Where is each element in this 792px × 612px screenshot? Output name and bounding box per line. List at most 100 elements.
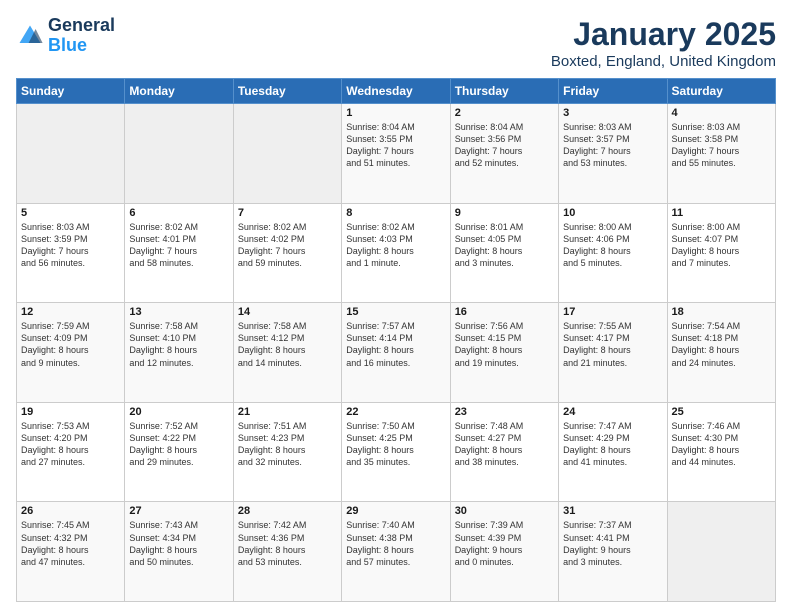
day-number: 30 (455, 505, 554, 517)
calendar-cell (233, 104, 341, 204)
day-number: 14 (238, 306, 337, 318)
title-block: January 2025 Boxted, England, United Kin… (551, 16, 776, 70)
logo-text-general: General (48, 16, 115, 36)
calendar-cell (125, 104, 233, 204)
calendar-cell: 2Sunrise: 8:04 AMSunset: 3:56 PMDaylight… (450, 104, 558, 204)
week-row-2: 5Sunrise: 8:03 AMSunset: 3:59 PMDaylight… (17, 203, 776, 303)
calendar-cell: 27 Sunrise: 7:43 AMSunset: 4:34 PMDayligh… (125, 502, 233, 602)
calendar-cell: 7 Sunrise: 8:02 AMSunset: 4:02 PMDaylight… (233, 203, 341, 303)
calendar-cell: 5Sunrise: 8:03 AMSunset: 3:59 PMDaylight… (17, 203, 125, 303)
day-number: 25 (672, 406, 771, 418)
day-number: 22 (346, 406, 445, 418)
calendar-cell: 21Sunrise: 7:51 AMSunset: 4:23 PMDayligh… (233, 402, 341, 502)
day-info: Sunrise: 8:00 AMSunset: 4:06 PMDaylight:… (563, 221, 662, 270)
calendar-cell: 31 Sunrise: 7:37 AMSunset: 4:41 PMDayligh… (559, 502, 667, 602)
calendar-cell: 6 Sunrise: 8:02 AMSunset: 4:01 PMDaylight… (125, 203, 233, 303)
day-info: Sunrise: 8:04 AMSunset: 3:55 PMDaylight:… (346, 121, 445, 170)
calendar-cell: 22 Sunrise: 7:50 AMSunset: 4:25 PMDayligh… (342, 402, 450, 502)
calendar-cell: 4 Sunrise: 8:03 AMSunset: 3:58 PMDaylight… (667, 104, 775, 204)
subtitle: Boxted, England, United Kingdom (551, 53, 776, 70)
logo-text-blue: Blue (48, 36, 115, 56)
day-info: Sunrise: 7:40 AMSunset: 4:38 PMDaylight:… (346, 519, 445, 568)
day-info: Sunrise: 7:58 AMSunset: 4:12 PMDaylight:… (238, 320, 337, 369)
day-info: Sunrise: 7:39 AMSunset: 4:39 PMDaylight:… (455, 519, 554, 568)
day-info: Sunrise: 7:42 AMSunset: 4:36 PMDaylight:… (238, 519, 337, 568)
week-row-5: 26 Sunrise: 7:45 AMSunset: 4:32 PMDayligh… (17, 502, 776, 602)
calendar-header-row: SundayMondayTuesdayWednesdayThursdayFrid… (17, 79, 776, 104)
calendar-cell: 18 Sunrise: 7:54 AMSunset: 4:18 PMDayligh… (667, 303, 775, 403)
week-row-3: 12 Sunrise: 7:59 AMSunset: 4:09 PMDayligh… (17, 303, 776, 403)
calendar-cell: 19 Sunrise: 7:53 AMSunset: 4:20 PMDayligh… (17, 402, 125, 502)
calendar-cell: 13Sunrise: 7:58 AMSunset: 4:10 PMDayligh… (125, 303, 233, 403)
day-info: Sunrise: 7:45 AMSunset: 4:32 PMDaylight:… (21, 519, 120, 568)
day-info: Sunrise: 8:03 AMSunset: 3:58 PMDaylight:… (672, 121, 771, 170)
calendar-table: SundayMondayTuesdayWednesdayThursdayFrid… (16, 78, 776, 602)
calendar-cell: 17 Sunrise: 7:55 AMSunset: 4:17 PMDayligh… (559, 303, 667, 403)
calendar-cell: 20Sunrise: 7:52 AMSunset: 4:22 PMDayligh… (125, 402, 233, 502)
day-number: 4 (672, 107, 771, 119)
calendar-cell: 8Sunrise: 8:02 AMSunset: 4:03 PMDaylight… (342, 203, 450, 303)
day-info: Sunrise: 7:56 AMSunset: 4:15 PMDaylight:… (455, 320, 554, 369)
day-info: Sunrise: 8:02 AMSunset: 4:01 PMDaylight:… (129, 221, 228, 270)
header: General Blue January 2025 Boxted, Englan… (16, 16, 776, 70)
day-header-sunday: Sunday (17, 79, 125, 104)
day-number: 16 (455, 306, 554, 318)
calendar-cell: 29Sunrise: 7:40 AMSunset: 4:38 PMDayligh… (342, 502, 450, 602)
calendar-cell: 3 Sunrise: 8:03 AMSunset: 3:57 PMDaylight… (559, 104, 667, 204)
day-info: Sunrise: 7:52 AMSunset: 4:22 PMDaylight:… (129, 420, 228, 469)
day-header-tuesday: Tuesday (233, 79, 341, 104)
day-number: 18 (672, 306, 771, 318)
day-info: Sunrise: 8:02 AMSunset: 4:02 PMDaylight:… (238, 221, 337, 270)
day-info: Sunrise: 7:43 AMSunset: 4:34 PMDaylight:… (129, 519, 228, 568)
calendar-cell: 25 Sunrise: 7:46 AMSunset: 4:30 PMDayligh… (667, 402, 775, 502)
day-number: 26 (21, 505, 120, 517)
day-info: Sunrise: 7:53 AMSunset: 4:20 PMDaylight:… (21, 420, 120, 469)
day-info: Sunrise: 7:50 AMSunset: 4:25 PMDaylight:… (346, 420, 445, 469)
day-number: 24 (563, 406, 662, 418)
main-title: January 2025 (551, 16, 776, 53)
day-number: 17 (563, 306, 662, 318)
week-row-4: 19 Sunrise: 7:53 AMSunset: 4:20 PMDayligh… (17, 402, 776, 502)
day-number: 27 (129, 505, 228, 517)
day-number: 15 (346, 306, 445, 318)
day-header-wednesday: Wednesday (342, 79, 450, 104)
day-number: 31 (563, 505, 662, 517)
day-number: 6 (129, 207, 228, 219)
day-number: 12 (21, 306, 120, 318)
day-info: Sunrise: 7:55 AMSunset: 4:17 PMDaylight:… (563, 320, 662, 369)
day-number: 19 (21, 406, 120, 418)
calendar-cell: 11 Sunrise: 8:00 AMSunset: 4:07 PMDayligh… (667, 203, 775, 303)
logo-icon (16, 22, 44, 50)
day-number: 23 (455, 406, 554, 418)
day-header-friday: Friday (559, 79, 667, 104)
day-info: Sunrise: 7:46 AMSunset: 4:30 PMDaylight:… (672, 420, 771, 469)
calendar-cell: 16 Sunrise: 7:56 AMSunset: 4:15 PMDayligh… (450, 303, 558, 403)
calendar-cell: 26 Sunrise: 7:45 AMSunset: 4:32 PMDayligh… (17, 502, 125, 602)
day-info: Sunrise: 8:00 AMSunset: 4:07 PMDaylight:… (672, 221, 771, 270)
day-info: Sunrise: 7:58 AMSunset: 4:10 PMDaylight:… (129, 320, 228, 369)
day-info: Sunrise: 7:48 AMSunset: 4:27 PMDaylight:… (455, 420, 554, 469)
day-header-monday: Monday (125, 79, 233, 104)
day-info: Sunrise: 7:54 AMSunset: 4:18 PMDaylight:… (672, 320, 771, 369)
day-number: 3 (563, 107, 662, 119)
day-info: Sunrise: 7:37 AMSunset: 4:41 PMDaylight:… (563, 519, 662, 568)
day-number: 21 (238, 406, 337, 418)
day-info: Sunrise: 7:57 AMSunset: 4:14 PMDaylight:… (346, 320, 445, 369)
calendar-cell: 1 Sunrise: 8:04 AMSunset: 3:55 PMDaylight… (342, 104, 450, 204)
calendar-cell: 14 Sunrise: 7:58 AMSunset: 4:12 PMDayligh… (233, 303, 341, 403)
day-info: Sunrise: 8:03 AMSunset: 3:57 PMDaylight:… (563, 121, 662, 170)
day-info: Sunrise: 8:02 AMSunset: 4:03 PMDaylight:… (346, 221, 445, 270)
day-info: Sunrise: 7:59 AMSunset: 4:09 PMDaylight:… (21, 320, 120, 369)
day-number: 2 (455, 107, 554, 119)
calendar-cell (667, 502, 775, 602)
day-number: 7 (238, 207, 337, 219)
calendar-cell: 30 Sunrise: 7:39 AMSunset: 4:39 PMDayligh… (450, 502, 558, 602)
calendar-cell (17, 104, 125, 204)
day-number: 9 (455, 207, 554, 219)
week-row-1: 1 Sunrise: 8:04 AMSunset: 3:55 PMDaylight… (17, 104, 776, 204)
logo: General Blue (16, 16, 115, 56)
page: General Blue January 2025 Boxted, Englan… (0, 0, 792, 612)
day-number: 11 (672, 207, 771, 219)
day-number: 1 (346, 107, 445, 119)
day-header-thursday: Thursday (450, 79, 558, 104)
